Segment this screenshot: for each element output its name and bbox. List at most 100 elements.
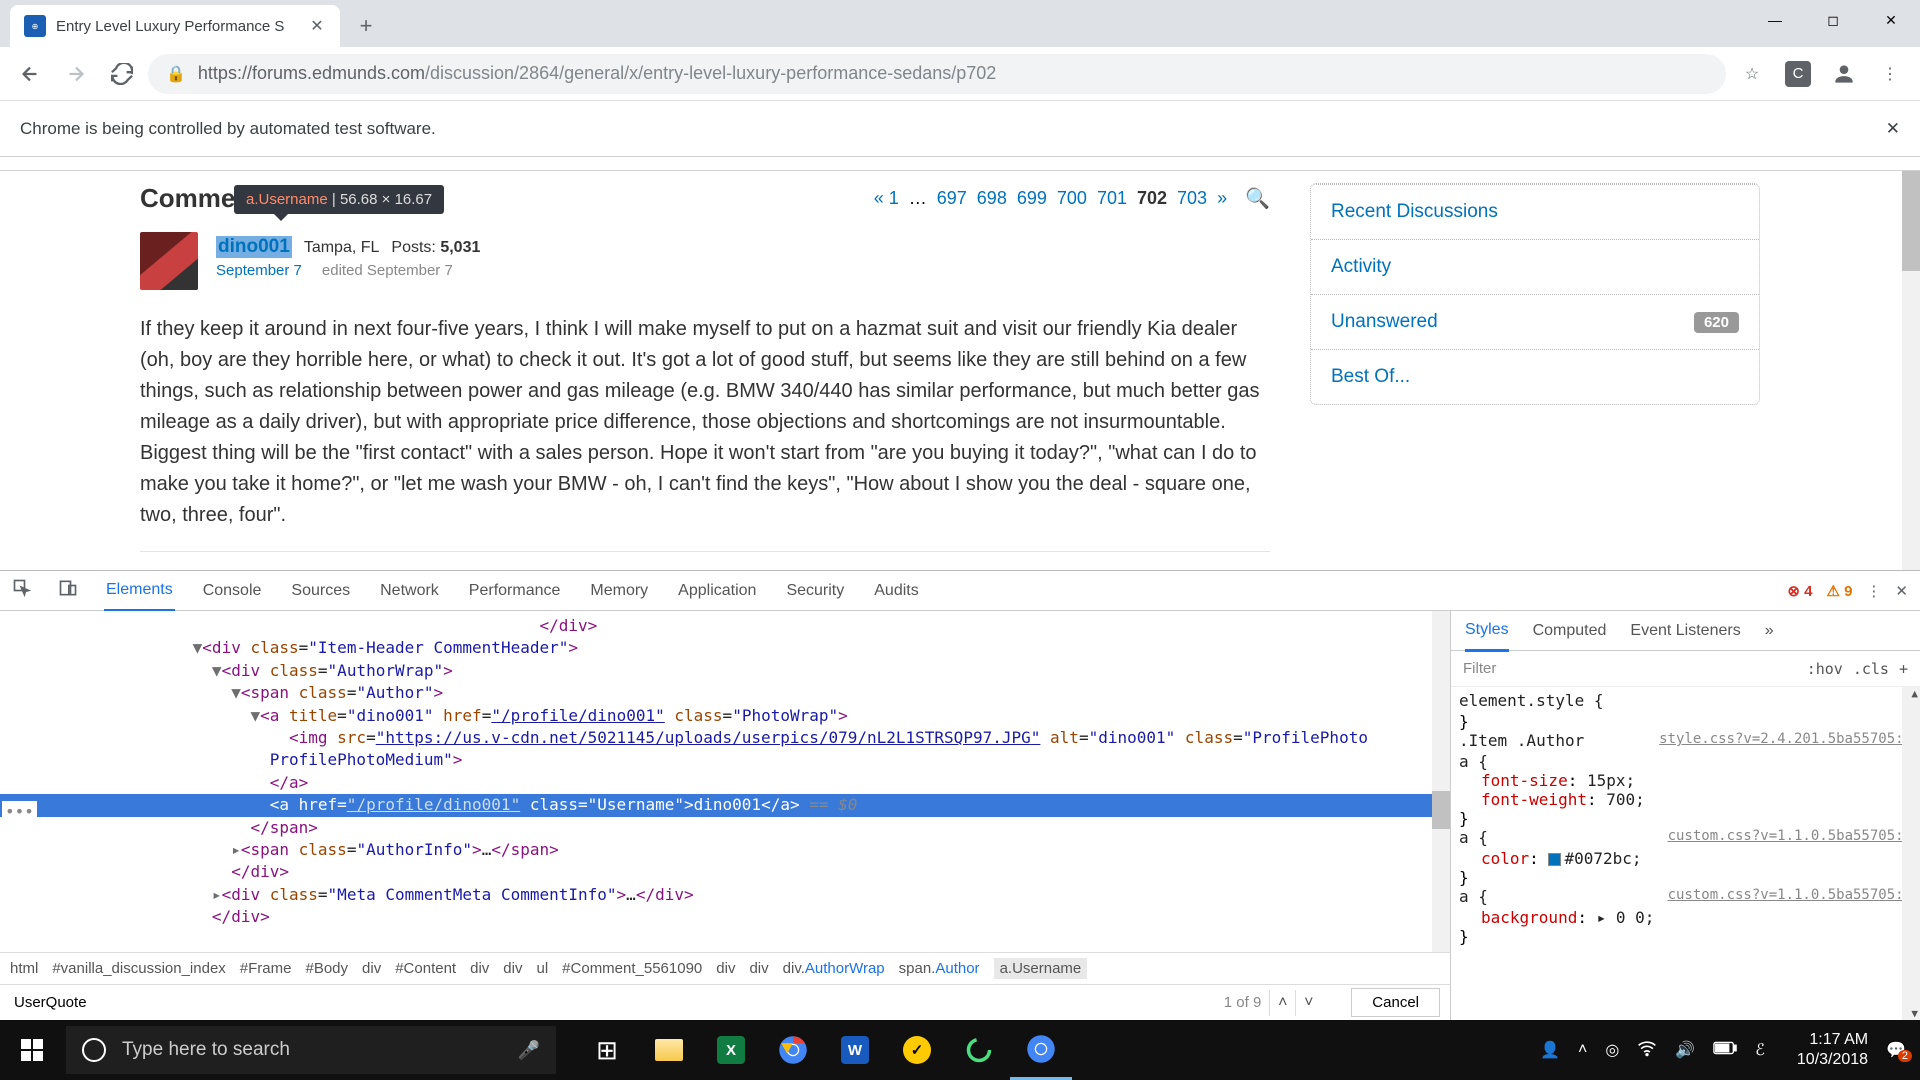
address-bar[interactable]: 🔒 https://forums.edmunds.com/discussion/… xyxy=(148,54,1726,94)
tab-console[interactable]: Console xyxy=(201,572,264,610)
username-link[interactable]: dino001 xyxy=(216,236,292,258)
unanswered-badge: 620 xyxy=(1694,312,1739,333)
sidebar-item-bestof[interactable]: Best Of... xyxy=(1311,349,1759,404)
page-link[interactable]: 700 xyxy=(1057,188,1087,209)
new-tab-button[interactable]: + xyxy=(348,8,384,44)
word-icon[interactable]: W xyxy=(824,1020,886,1080)
page-first[interactable]: « 1 xyxy=(874,188,899,209)
dom-breadcrumb[interactable]: html #vanilla_discussion_index #Frame #B… xyxy=(0,952,1450,984)
start-button[interactable] xyxy=(0,1020,64,1080)
tab-favicon: ⊕ xyxy=(24,15,46,37)
inspector-tooltip: a.Username | 56.68 × 16.67 xyxy=(234,185,444,214)
page-link[interactable]: 699 xyxy=(1017,188,1047,209)
warning-count[interactable]: ⚠ 9 xyxy=(1826,582,1852,600)
people-icon[interactable]: 👤 xyxy=(1540,1040,1560,1060)
lock-icon: 🔒 xyxy=(166,64,186,84)
sidebar-item-unanswered[interactable]: Unanswered620 xyxy=(1311,294,1759,349)
profile-icon[interactable] xyxy=(1824,54,1864,94)
comment-date[interactable]: September 7 xyxy=(216,262,302,279)
error-count[interactable]: ⊗ 4 xyxy=(1787,582,1812,600)
window-minimize-icon[interactable]: — xyxy=(1746,0,1804,40)
hov-toggle[interactable]: :hov xyxy=(1807,660,1843,678)
task-view-icon[interactable]: ⊞ xyxy=(576,1020,638,1080)
page-scrollbar[interactable] xyxy=(1902,171,1920,570)
tab-event-listeners[interactable]: Event Listeners xyxy=(1630,622,1740,640)
devtools-close-icon[interactable]: ✕ xyxy=(1895,582,1908,600)
cls-toggle[interactable]: .cls xyxy=(1853,660,1889,678)
inspect-icon[interactable] xyxy=(12,578,32,603)
more-tabs-icon[interactable]: » xyxy=(1765,622,1774,640)
bookmark-star-icon[interactable]: ☆ xyxy=(1732,54,1772,94)
styles-filter-input[interactable]: Filter xyxy=(1463,660,1496,677)
location-icon[interactable]: ◎ xyxy=(1605,1040,1619,1060)
taskbar-search[interactable]: Type here to search 🎤 xyxy=(66,1026,556,1074)
page-link[interactable]: 701 xyxy=(1097,188,1127,209)
devtools-panel: Elements Console Sources Network Perform… xyxy=(0,570,1920,1020)
norton-icon[interactable]: ✓ xyxy=(886,1020,948,1080)
volume-icon[interactable]: 🔊 xyxy=(1675,1040,1695,1060)
back-button[interactable] xyxy=(10,54,50,94)
tray-chevron-icon[interactable]: ˄ xyxy=(1578,1041,1587,1059)
action-center-icon[interactable]: 💬2 xyxy=(1886,1040,1906,1060)
mic-icon[interactable]: 🎤 xyxy=(518,1040,540,1061)
window-maximize-icon[interactable]: ◻ xyxy=(1804,0,1862,40)
find-input[interactable] xyxy=(10,990,1224,1015)
dom-scrollbar[interactable] xyxy=(1432,611,1450,952)
find-prev-icon[interactable]: ˄ xyxy=(1269,990,1295,1016)
tab-close-icon[interactable]: ✕ xyxy=(308,17,326,35)
styles-scrollbar[interactable]: ▲ ▼ xyxy=(1902,687,1920,1020)
search-icon[interactable]: 🔍 xyxy=(1245,186,1270,211)
pagination: « 1 … 697 698 699 700 701 702 703 » 🔍 xyxy=(874,186,1270,211)
page-link[interactable]: 697 xyxy=(937,188,967,209)
tab-network[interactable]: Network xyxy=(378,572,441,610)
find-cancel-button[interactable]: Cancel xyxy=(1351,988,1440,1017)
infobar-close-icon[interactable]: ✕ xyxy=(1886,119,1900,139)
loading-app-icon[interactable] xyxy=(948,1020,1010,1080)
sidebar-item-recent[interactable]: Recent Discussions xyxy=(1311,184,1759,239)
comments-heading: Comme xyxy=(140,183,235,214)
wifi-icon[interactable] xyxy=(1637,1038,1657,1063)
new-rule-button[interactable]: + xyxy=(1899,660,1908,678)
chrome-icon[interactable] xyxy=(762,1020,824,1080)
tab-application[interactable]: Application xyxy=(676,572,758,610)
chrome-menu-icon[interactable]: ⋮ xyxy=(1870,54,1910,94)
dom-ellipsis-icon[interactable]: ••• xyxy=(2,801,37,823)
avatar[interactable] xyxy=(140,232,198,290)
tab-styles[interactable]: Styles xyxy=(1465,611,1509,652)
chrome-active-icon[interactable] xyxy=(1010,1020,1072,1080)
sidebar-item-activity[interactable]: Activity xyxy=(1311,239,1759,294)
clock[interactable]: 1:17 AM 10/3/2018 xyxy=(1797,1030,1868,1070)
device-toggle-icon[interactable] xyxy=(58,578,78,603)
tab-memory[interactable]: Memory xyxy=(588,572,650,610)
battery-icon[interactable] xyxy=(1713,1041,1737,1060)
extension-c-icon[interactable]: C xyxy=(1778,54,1818,94)
devtools-menu-icon[interactable]: ⋮ xyxy=(1866,582,1881,600)
browser-tab[interactable]: ⊕ Entry Level Luxury Performance S ✕ xyxy=(10,5,340,47)
excel-icon[interactable]: X xyxy=(700,1020,762,1080)
tab-computed[interactable]: Computed xyxy=(1533,622,1607,640)
tab-sources[interactable]: Sources xyxy=(289,572,352,610)
color-swatch[interactable] xyxy=(1548,853,1561,866)
tab-audits[interactable]: Audits xyxy=(872,572,920,610)
tab-security[interactable]: Security xyxy=(784,572,846,610)
reload-button[interactable] xyxy=(102,54,142,94)
page-link[interactable]: 698 xyxy=(977,188,1007,209)
page-next-raquo[interactable]: » xyxy=(1217,188,1227,209)
dom-tree[interactable]: </div> ▼<div class="Item-Header CommentH… xyxy=(0,611,1450,952)
cortana-icon xyxy=(82,1038,106,1062)
styles-body[interactable]: element.style { } style.css?v=2.4.201.5b… xyxy=(1451,687,1920,1020)
input-icon[interactable]: ℰ xyxy=(1755,1040,1765,1060)
comment-item: dino001 Tampa, FL Posts: 5,031 September… xyxy=(140,232,1270,552)
tab-performance[interactable]: Performance xyxy=(467,572,563,610)
window-close-icon[interactable]: ✕ xyxy=(1862,0,1920,40)
find-next-icon[interactable]: ˅ xyxy=(1295,990,1321,1016)
windows-taskbar: Type here to search 🎤 ⊞ X W ✓ 👤 ˄ ◎ 🔊 ℰ … xyxy=(0,1020,1920,1080)
page-link[interactable]: 703 xyxy=(1177,188,1207,209)
user-posts: Posts: 5,031 xyxy=(391,239,480,257)
search-placeholder: Type here to search xyxy=(122,1039,502,1061)
file-explorer-icon[interactable] xyxy=(638,1020,700,1080)
tab-elements[interactable]: Elements xyxy=(104,571,175,612)
selected-dom-node: <a href="/profile/dino001" class="Userna… xyxy=(0,794,1450,816)
sidebar-box: Recent Discussions Activity Unanswered62… xyxy=(1310,183,1760,405)
comment-body: If they keep it around in next four-five… xyxy=(140,314,1270,531)
